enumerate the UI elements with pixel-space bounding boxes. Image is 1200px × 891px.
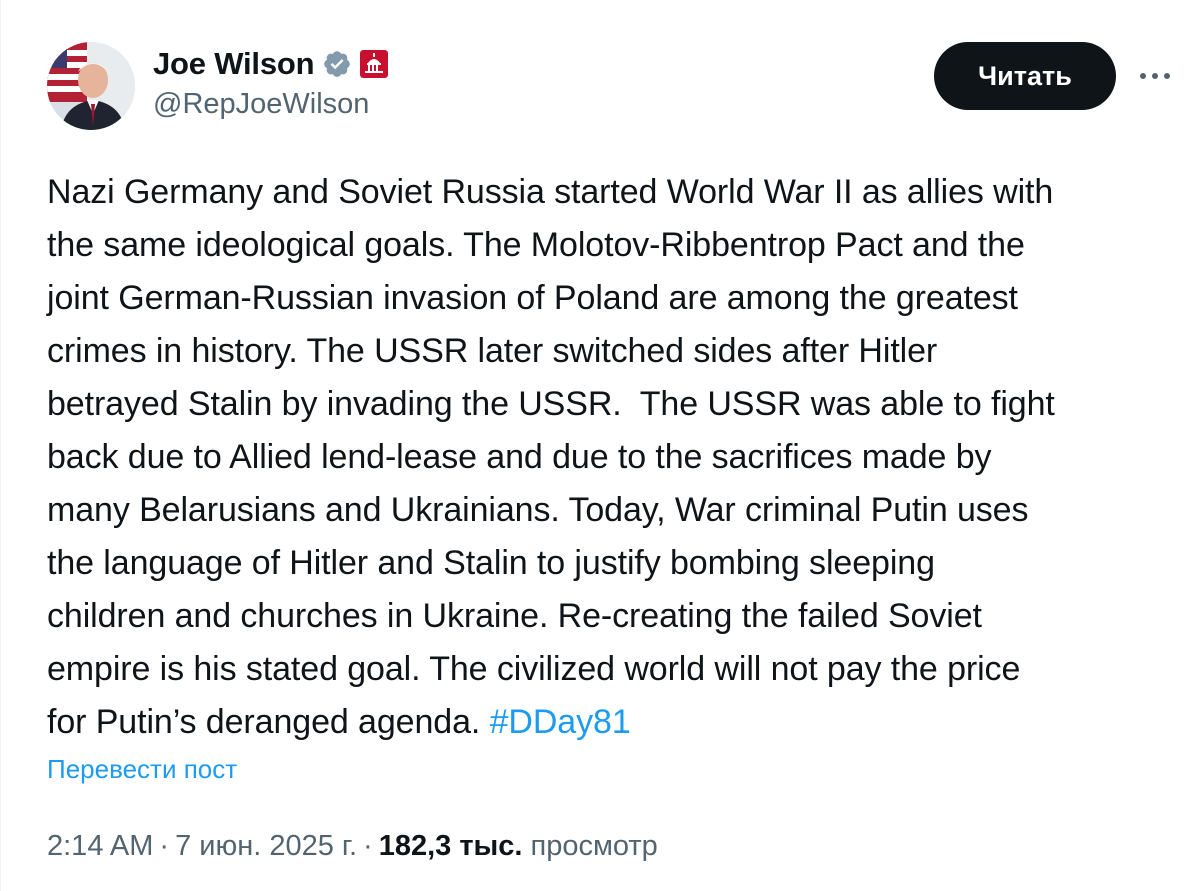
meta-separator: · (363, 830, 373, 862)
more-horizontal-icon (1140, 73, 1170, 79)
author-display-name[interactable]: Joe Wilson (153, 46, 315, 82)
more-options-button[interactable] (1135, 58, 1175, 94)
verified-badge-icon[interactable] (322, 49, 352, 79)
translate-post-link[interactable]: Перевести пост (47, 754, 237, 785)
views-count: 182,3 тыс. (378, 830, 523, 862)
tweet-body-text: Nazi Germany and Soviet Russia started W… (47, 173, 1055, 741)
avatar-photo-icon (47, 42, 135, 130)
author-info: Joe Wilson @RepJoeWilson (153, 44, 389, 121)
meta-separator: · (159, 830, 170, 862)
author-avatar[interactable] (47, 42, 135, 130)
tweet-card: Joe Wilson @RepJoeWilson Читать Nazi Ger… (0, 0, 1200, 891)
author-name-row: Joe Wilson (153, 44, 389, 84)
views-label: просмотр (530, 830, 658, 862)
tweet-text: Nazi Germany and Soviet Russia started W… (47, 166, 1187, 749)
tweet-time[interactable]: 2:14 AM (47, 830, 153, 863)
hashtag-link[interactable]: #DDay81 (490, 703, 631, 741)
follow-button[interactable]: Читать (934, 42, 1116, 110)
tweet-date[interactable]: 7 июн. 2025 г. (175, 830, 357, 863)
author-handle[interactable]: @RepJoeWilson (153, 88, 388, 121)
tweet-metadata: 2:14 AM · 7 июн. 2025 г. · 182,3 тыс. пр… (47, 830, 658, 863)
us-capitol-icon[interactable] (360, 50, 389, 78)
